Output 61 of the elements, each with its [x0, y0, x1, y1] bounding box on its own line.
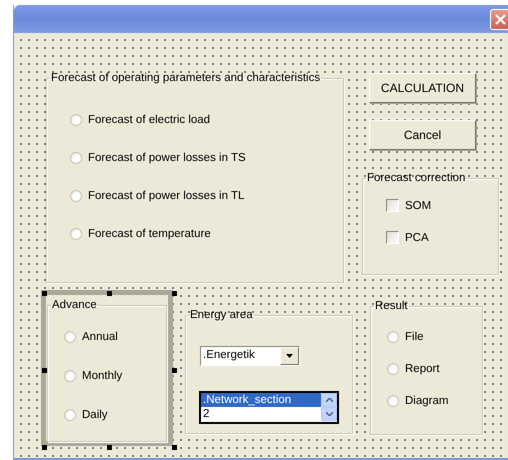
- caret-icon: [286, 354, 293, 358]
- radio-option[interactable]: Forecast of electric load: [70, 112, 343, 127]
- resize-handle[interactable]: [107, 445, 112, 450]
- radio-button[interactable]: [70, 114, 82, 126]
- checkbox[interactable]: [386, 199, 399, 212]
- combo-box[interactable]: .Energetik: [200, 346, 300, 366]
- radio-button[interactable]: [64, 408, 76, 420]
- radio-option[interactable]: Forecast of temperature: [70, 226, 343, 241]
- option-label: Forecast of temperature: [88, 228, 211, 240]
- resize-handle[interactable]: [172, 291, 177, 296]
- option-label: Annual: [82, 330, 118, 342]
- radio-option[interactable]: Monthly: [64, 368, 166, 383]
- radio-button[interactable]: [387, 330, 399, 342]
- radio-option[interactable]: Diagram: [387, 393, 482, 408]
- checkbox-option[interactable]: PCA: [386, 230, 498, 245]
- resize-handle[interactable]: [42, 291, 47, 296]
- option-label: Forecast of power losses in TS: [88, 152, 246, 164]
- radio-button[interactable]: [70, 152, 82, 164]
- checkbox-option[interactable]: SOM: [386, 198, 498, 213]
- radio-option[interactable]: Annual: [64, 329, 166, 344]
- resize-handle[interactable]: [42, 368, 47, 373]
- option-label: Daily: [82, 408, 108, 420]
- option-label: PCA: [405, 232, 429, 244]
- frame-title: Advance: [51, 299, 98, 311]
- radio-option[interactable]: Forecast of power losses in TL: [70, 188, 343, 203]
- radio-button[interactable]: [64, 370, 76, 382]
- frame-title: Forecast of operating parameters and characteristics: [50, 72, 322, 84]
- option-label: Monthly: [82, 370, 122, 382]
- combo-value: .Energetik: [202, 348, 256, 363]
- list-box[interactable]: .Network_section 2: [199, 391, 339, 424]
- radio-button[interactable]: [387, 362, 399, 374]
- radio-option[interactable]: File: [387, 329, 482, 344]
- option-label: File: [405, 330, 424, 342]
- radio-option[interactable]: Daily: [64, 407, 166, 422]
- frame-title: Result: [374, 300, 409, 312]
- resize-handle[interactable]: [172, 368, 177, 373]
- radio-button[interactable]: [387, 394, 399, 406]
- option-label: Report: [405, 362, 440, 374]
- option-label: Forecast of electric load: [88, 114, 210, 126]
- dropdown-button[interactable]: [280, 347, 299, 365]
- list-item[interactable]: .Network_section: [201, 393, 321, 407]
- option-label: Forecast of power losses in TL: [88, 190, 244, 202]
- scroll-down-button[interactable]: [321, 407, 337, 421]
- close-button[interactable]: [490, 8, 508, 30]
- radio-button[interactable]: [70, 190, 82, 202]
- dialog-button[interactable]: CALCULATION: [369, 73, 476, 103]
- close-icon[interactable]: [494, 12, 507, 26]
- resize-handle[interactable]: [172, 445, 177, 450]
- option-label: Diagram: [405, 394, 448, 406]
- resize-handle[interactable]: [107, 291, 112, 296]
- option-label: SOM: [405, 200, 432, 212]
- radio-button[interactable]: [64, 330, 76, 342]
- scroll-up-button[interactable]: [321, 393, 337, 407]
- frame-title: Energy area: [189, 309, 254, 321]
- frame-title: Forecast correction: [366, 172, 466, 184]
- radio-option[interactable]: Forecast of power losses in TS: [70, 150, 343, 165]
- radio-button[interactable]: [70, 228, 82, 240]
- dialog-button[interactable]: Cancel: [369, 120, 476, 150]
- checkbox[interactable]: [386, 231, 399, 244]
- resize-handle[interactable]: [42, 445, 47, 450]
- radio-option[interactable]: Report: [387, 361, 482, 376]
